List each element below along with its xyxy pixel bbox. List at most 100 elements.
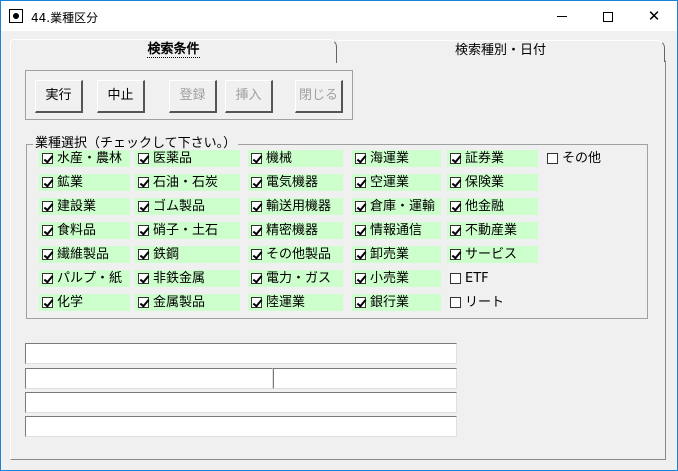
checkbox-mark[interactable] [251,177,262,188]
checkbox-mark[interactable] [138,201,149,212]
industry-checkbox[interactable]: 陸運業 [248,294,343,311]
checkbox-mark[interactable] [42,297,53,308]
industry-checkbox[interactable]: 建設業 [39,198,130,215]
industry-checkbox[interactable]: 海運業 [352,150,441,167]
insert-button[interactable]: 挿入 [225,80,273,113]
checkbox-mark[interactable] [251,225,262,236]
tab-search-type-date[interactable]: 検索種別・日付 [337,40,665,62]
checkbox-mark[interactable] [547,153,558,164]
industry-checkbox[interactable]: 非鉄金属 [135,270,240,287]
industry-checkbox[interactable]: 繊維製品 [39,246,130,263]
text-field-3[interactable] [25,392,457,413]
checkbox-mark[interactable] [42,273,53,284]
checkbox-label: 化学 [57,295,84,310]
minimize-button[interactable] [539,1,585,31]
close-button[interactable]: 閉じる [295,80,343,113]
industry-checkbox[interactable]: 鉱業 [39,174,130,191]
industry-checkbox[interactable]: 倉庫・運輸 [352,198,441,215]
industry-checkbox[interactable]: サービス [447,246,538,263]
checkbox-mark[interactable] [42,225,53,236]
industry-checkbox[interactable]: 機械 [248,150,343,167]
checkbox-mark[interactable] [138,249,149,260]
industry-checkbox[interactable]: 銀行業 [352,294,441,311]
industry-checkbox[interactable]: 輸送用機器 [248,198,343,215]
checkbox-mark[interactable] [355,201,366,212]
checkbox-mark[interactable] [355,297,366,308]
checkbox-mark[interactable] [251,201,262,212]
checkbox-mark[interactable] [42,201,53,212]
industry-checkbox[interactable]: その他製品 [248,246,343,263]
checkbox-mark[interactable] [251,153,262,164]
checkbox-mark[interactable] [355,249,366,260]
checkbox-label: 鉄鋼 [153,247,180,262]
close-window-button[interactable]: ✕ [631,1,677,31]
checkbox-mark[interactable] [450,249,461,260]
window-title: 44.業種区分 [31,11,99,25]
industry-checkbox[interactable]: その他 [544,150,634,167]
industry-checkbox[interactable]: 保険業 [447,174,538,191]
industry-checkbox[interactable]: 化学 [39,294,130,311]
checkbox-mark[interactable] [138,153,149,164]
checkbox-mark[interactable] [251,249,262,260]
industry-checkbox[interactable]: 金属製品 [135,294,240,311]
checkbox-mark[interactable] [42,249,53,260]
checkbox-mark[interactable] [355,225,366,236]
checkbox-mark[interactable] [450,177,461,188]
checkbox-mark[interactable] [138,297,149,308]
checkbox-mark[interactable] [138,273,149,284]
industry-checkbox[interactable]: リート [447,294,538,311]
checkbox-mark[interactable] [450,273,461,284]
industry-checkbox[interactable]: 鉄鋼 [135,246,240,263]
maximize-icon [603,11,613,22]
checkbox-label: その他 [562,151,602,166]
text-field-2b[interactable] [273,368,457,389]
checkbox-mark[interactable] [251,273,262,284]
checkbox-mark[interactable] [138,225,149,236]
checkbox-mark[interactable] [138,177,149,188]
industry-checkbox[interactable]: 空運業 [352,174,441,191]
tab-search-conditions[interactable]: 検索条件 [10,39,337,63]
checkbox-mark[interactable] [450,201,461,212]
run-button[interactable]: 実行 [35,80,83,113]
register-button[interactable]: 登録 [169,80,217,113]
industry-checkbox[interactable]: 食料品 [39,222,130,239]
checkbox-mark[interactable] [42,177,53,188]
stop-button[interactable]: 中止 [97,80,145,113]
checkbox-label: 医薬品 [153,151,193,166]
text-field-2a[interactable] [25,368,273,389]
checkbox-mark[interactable] [450,225,461,236]
checkbox-mark[interactable] [450,297,461,308]
checkbox-mark[interactable] [251,297,262,308]
industry-checkbox[interactable]: 電気機器 [248,174,343,191]
checkbox-label: 不動産業 [465,223,518,238]
industry-checkbox[interactable]: 医薬品 [135,150,240,167]
industry-checkbox[interactable]: 石油・石炭 [135,174,240,191]
checkbox-label: 電力・ガス [266,271,332,286]
checkbox-mark[interactable] [450,153,461,164]
text-field-1[interactable] [25,343,457,364]
checkbox-mark[interactable] [355,153,366,164]
text-field-4[interactable] [25,416,457,437]
industry-checkbox[interactable]: 卸売業 [352,246,441,263]
industry-checkbox[interactable]: ETF [447,270,538,287]
title-bar[interactable]: 44.業種区分 ✕ [1,1,677,31]
industry-checkbox[interactable]: 小売業 [352,270,441,287]
tab-label: 検索条件 [147,42,200,58]
checkbox-label: 陸運業 [266,295,306,310]
industry-checkbox[interactable]: 水産・農林 [39,150,130,167]
maximize-button[interactable] [585,1,631,31]
industry-checkbox[interactable]: 情報通信 [352,222,441,239]
industry-checkbox[interactable]: 精密機器 [248,222,343,239]
checkbox-mark[interactable] [42,153,53,164]
industry-checkbox[interactable]: 硝子・土石 [135,222,240,239]
app-icon[interactable] [9,9,23,23]
industry-checkbox[interactable]: パルプ・紙 [39,270,130,287]
checkbox-mark[interactable] [355,177,366,188]
industry-checkbox[interactable]: 他金融 [447,198,538,215]
industry-checkbox[interactable]: ゴム製品 [135,198,240,215]
checkbox-mark[interactable] [355,273,366,284]
checkbox-label: その他製品 [266,247,332,262]
industry-checkbox[interactable]: 電力・ガス [248,270,343,287]
industry-checkbox[interactable]: 証券業 [447,150,538,167]
industry-checkbox[interactable]: 不動産業 [447,222,538,239]
